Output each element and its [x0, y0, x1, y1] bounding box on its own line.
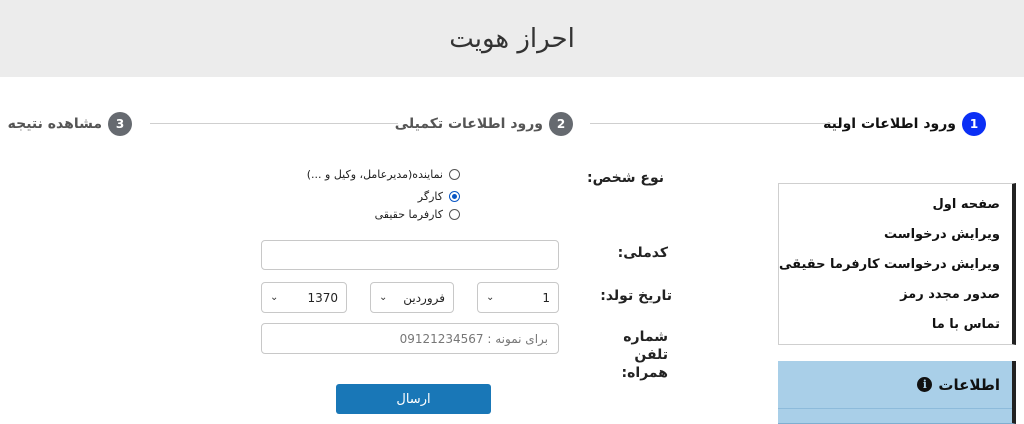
sidebar-item-contact[interactable]: تماس با ما	[779, 309, 1012, 339]
national-code-input[interactable]	[261, 240, 559, 270]
info-panel: اطلاعات i	[778, 361, 1016, 424]
step-2: 2 ورود اطلاعات تکمیلی	[395, 110, 573, 138]
sidebar-item-reissue-password[interactable]: صدور مجدد رمز	[779, 279, 1012, 309]
radio-option-employer[interactable]: کارفرما حقیقی	[375, 208, 460, 221]
chevron-down-icon: ⌄	[486, 292, 495, 303]
step-3: 3 مشاهده نتیجه	[8, 110, 132, 138]
info-panel-title: اطلاعات	[938, 375, 1000, 394]
radio-button[interactable]	[449, 169, 460, 180]
step-2-label: ورود اطلاعات تکمیلی	[394, 116, 543, 132]
birth-year-value: 1370	[307, 290, 338, 305]
birth-month-value: فروردین	[403, 290, 445, 305]
page-title: احراز هویت	[449, 23, 575, 54]
chevron-down-icon: ⌄	[270, 292, 279, 303]
chevron-down-icon: ⌄	[379, 292, 388, 303]
radio-option-representative[interactable]: نماینده(مدیرعامل، وکیل و ...)	[307, 168, 460, 181]
birth-day-value: 1	[542, 290, 550, 305]
sidebar-item-edit-request[interactable]: ویرایش درخواست	[779, 219, 1012, 249]
radio-label: کارفرما حقیقی	[374, 208, 443, 221]
step-3-number: 3	[108, 112, 132, 136]
step-3-label: مشاهده نتیجه	[7, 116, 102, 132]
step-1-label: ورود اطلاعات اولیه	[823, 116, 956, 132]
step-1: 1 ورود اطلاعات اولیه	[823, 110, 986, 138]
info-panel-header[interactable]: اطلاعات i	[778, 361, 1012, 409]
step-connector	[590, 123, 838, 124]
radio-label: نماینده(مدیرعامل، وکیل و ...)	[306, 168, 443, 181]
sidebar-item-home[interactable]: صفحه اول	[779, 189, 1012, 219]
sidebar-menu: صفحه اول ویرایش درخواست ویرایش درخواست ک…	[778, 183, 1016, 345]
stepper: 1 ورود اطلاعات اولیه 2 ورود اطلاعات تکمی…	[0, 110, 1024, 138]
phone-label: شماره تلفن همراه:	[621, 329, 668, 381]
birth-day-select[interactable]: ⌄ 1	[477, 282, 559, 313]
radio-button[interactable]	[449, 209, 460, 220]
birth-month-select[interactable]: ⌄ فروردین	[370, 282, 454, 313]
step-2-number: 2	[549, 112, 573, 136]
birth-date-label: تاریخ تولد:	[600, 288, 672, 304]
national-code-label: کدملی:	[617, 245, 668, 261]
birth-year-select[interactable]: ⌄ 1370	[261, 282, 347, 313]
radio-option-worker[interactable]: کارگر	[418, 190, 460, 203]
page-header: احراز هویت	[0, 0, 1024, 77]
step-1-number: 1	[962, 112, 986, 136]
radio-label: کارگر	[417, 190, 443, 203]
step-connector	[150, 123, 398, 124]
phone-input[interactable]	[261, 323, 559, 354]
person-type-label: نوع شخص:	[586, 170, 664, 186]
sidebar-item-edit-employer-request[interactable]: ویرایش درخواست کارفرما حقیقی	[779, 249, 1012, 279]
info-icon: i	[917, 377, 933, 392]
submit-button[interactable]: ارسال	[336, 384, 491, 414]
radio-button-checked[interactable]	[449, 191, 460, 202]
